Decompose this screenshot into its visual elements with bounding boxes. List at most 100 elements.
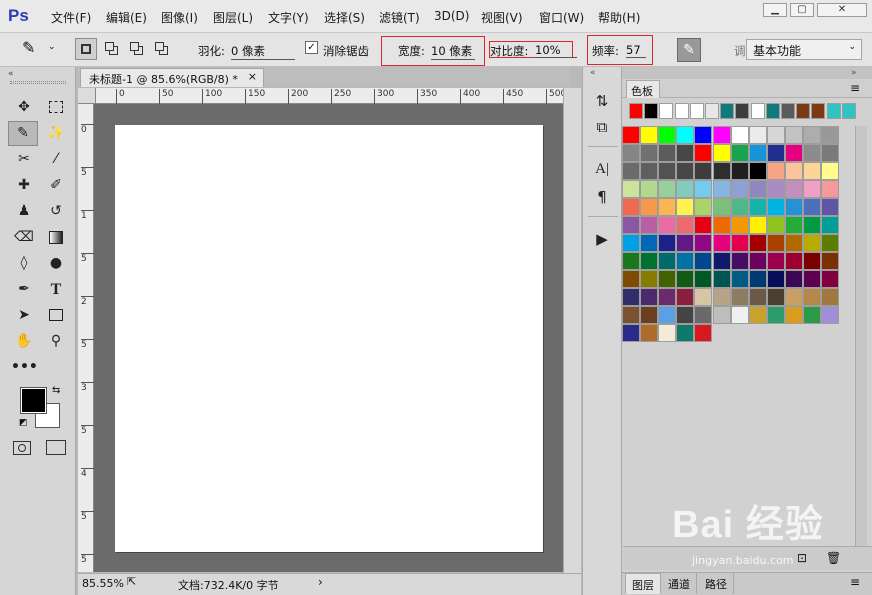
layers-tab[interactable]: 图层 [625,573,661,594]
quick-selection-tool-button[interactable]: ✎ [8,121,38,146]
feather-input[interactable]: 0 像素 [231,43,295,60]
color-swatch[interactable] [676,324,695,342]
recent-swatch[interactable] [841,103,856,119]
color-swatch[interactable] [658,126,677,144]
color-swatch[interactable] [658,180,677,198]
color-swatch[interactable] [730,216,749,234]
width-input[interactable]: 10 像素 [431,43,475,60]
color-swatch[interactable] [694,252,713,270]
recent-swatch[interactable] [765,103,780,119]
magic-wand-tool-icon[interactable]: ✨ [43,122,69,145]
color-swatch[interactable] [730,198,749,216]
color-swatch[interactable] [821,252,840,270]
dodge-tool-icon[interactable]: ● [43,252,69,275]
color-swatch[interactable] [622,144,640,162]
color-swatch[interactable] [712,288,731,306]
color-swatch[interactable] [658,252,677,270]
color-swatch[interactable] [821,126,840,144]
color-swatch[interactable] [622,234,640,252]
export-icon[interactable]: ⇱ [127,575,136,588]
color-swatch[interactable] [748,198,767,216]
move-tool-icon[interactable]: ✥ [11,96,37,119]
3d-panel-icon[interactable]: ⧉ [590,118,614,140]
recent-swatch[interactable] [811,103,826,119]
color-swatch[interactable] [803,288,821,306]
color-swatch[interactable] [766,144,785,162]
recent-swatch[interactable] [659,103,674,119]
menu-window[interactable]: 窗口(W) [539,9,584,26]
antialias-checkbox[interactable]: ✓ [305,41,318,54]
color-swatch[interactable] [712,162,731,180]
color-swatch[interactable] [766,126,785,144]
color-swatch[interactable] [821,288,840,306]
frequency-input[interactable]: 57 [626,43,646,58]
ruler-origin[interactable] [78,88,96,104]
eyedropper-tool-icon[interactable]: ⁄ [43,148,69,171]
color-swatch[interactable] [640,198,659,216]
color-swatch[interactable] [658,234,677,252]
recent-swatch[interactable] [689,103,704,119]
color-swatch[interactable] [694,288,713,306]
color-swatch[interactable] [766,270,785,288]
color-swatch[interactable] [784,198,803,216]
color-swatch[interactable] [784,162,803,180]
minimize-button[interactable]: ▁ [763,3,787,17]
recent-swatch[interactable] [781,103,795,119]
color-swatch[interactable] [803,270,821,288]
menu-edit[interactable]: 编辑(E) [106,9,147,26]
color-swatch[interactable] [676,162,695,180]
color-swatch[interactable] [712,270,731,288]
color-swatch[interactable] [622,288,640,306]
recent-swatch[interactable] [720,103,735,119]
color-swatch[interactable] [730,180,749,198]
type-tool-icon[interactable]: T [43,278,69,301]
color-swatch[interactable] [640,162,659,180]
color-swatch[interactable] [712,306,731,324]
hand-tool-icon[interactable]: ✋ [11,330,37,353]
vertical-ruler[interactable]: 0 5 1 5 2 5 3 5 4 5 5 [78,104,94,572]
menu-select[interactable]: 选择(S) [324,9,365,26]
color-swatch[interactable] [766,198,785,216]
color-swatch[interactable] [622,324,640,342]
more-tools-icon[interactable]: ••• [11,356,38,379]
color-swatch[interactable] [676,306,695,324]
color-swatch[interactable] [622,162,640,180]
color-swatch[interactable] [712,144,731,162]
color-swatch[interactable] [694,270,713,288]
color-swatch[interactable] [784,126,803,144]
color-swatch[interactable] [658,144,677,162]
color-swatch[interactable] [694,126,713,144]
color-swatch[interactable] [821,216,840,234]
color-swatch[interactable] [676,270,695,288]
new-selection-button[interactable] [75,38,97,60]
color-swatch[interactable] [676,252,695,270]
restore-button[interactable]: ▢ [790,3,814,17]
color-swatch[interactable] [748,306,767,324]
color-swatch[interactable] [730,162,749,180]
menu-filter[interactable]: 滤镜(T) [379,9,420,26]
color-swatch[interactable] [766,234,785,252]
color-swatch[interactable] [694,324,713,342]
menu-3d[interactable]: 3D(D) [434,9,469,23]
menu-image[interactable]: 图像(I) [161,9,198,26]
zoom-level[interactable]: 85.55% [82,577,124,590]
clone-stamp-tool-icon[interactable]: ♟ [11,200,37,223]
color-swatch[interactable] [803,126,821,144]
color-swatch[interactable] [622,270,640,288]
channels-tab[interactable]: 通道 [662,573,697,594]
recent-swatch[interactable] [796,103,811,119]
pen-pressure-icon[interactable]: ✎ [677,38,701,62]
recent-swatch[interactable] [644,103,659,119]
status-menu-arrow[interactable]: › [318,575,323,589]
gradient-tool-icon[interactable] [43,226,69,249]
color-swatch[interactable] [766,252,785,270]
color-swatch[interactable] [640,216,659,234]
color-swatch[interactable] [766,180,785,198]
color-swatch[interactable] [766,162,785,180]
swatches-scrollbar[interactable] [855,126,867,546]
color-swatch[interactable] [640,144,659,162]
color-swatch[interactable] [676,234,695,252]
recent-swatch[interactable] [735,103,750,119]
color-swatch[interactable] [694,144,713,162]
crop-tool-icon[interactable]: ✂ [11,148,37,171]
